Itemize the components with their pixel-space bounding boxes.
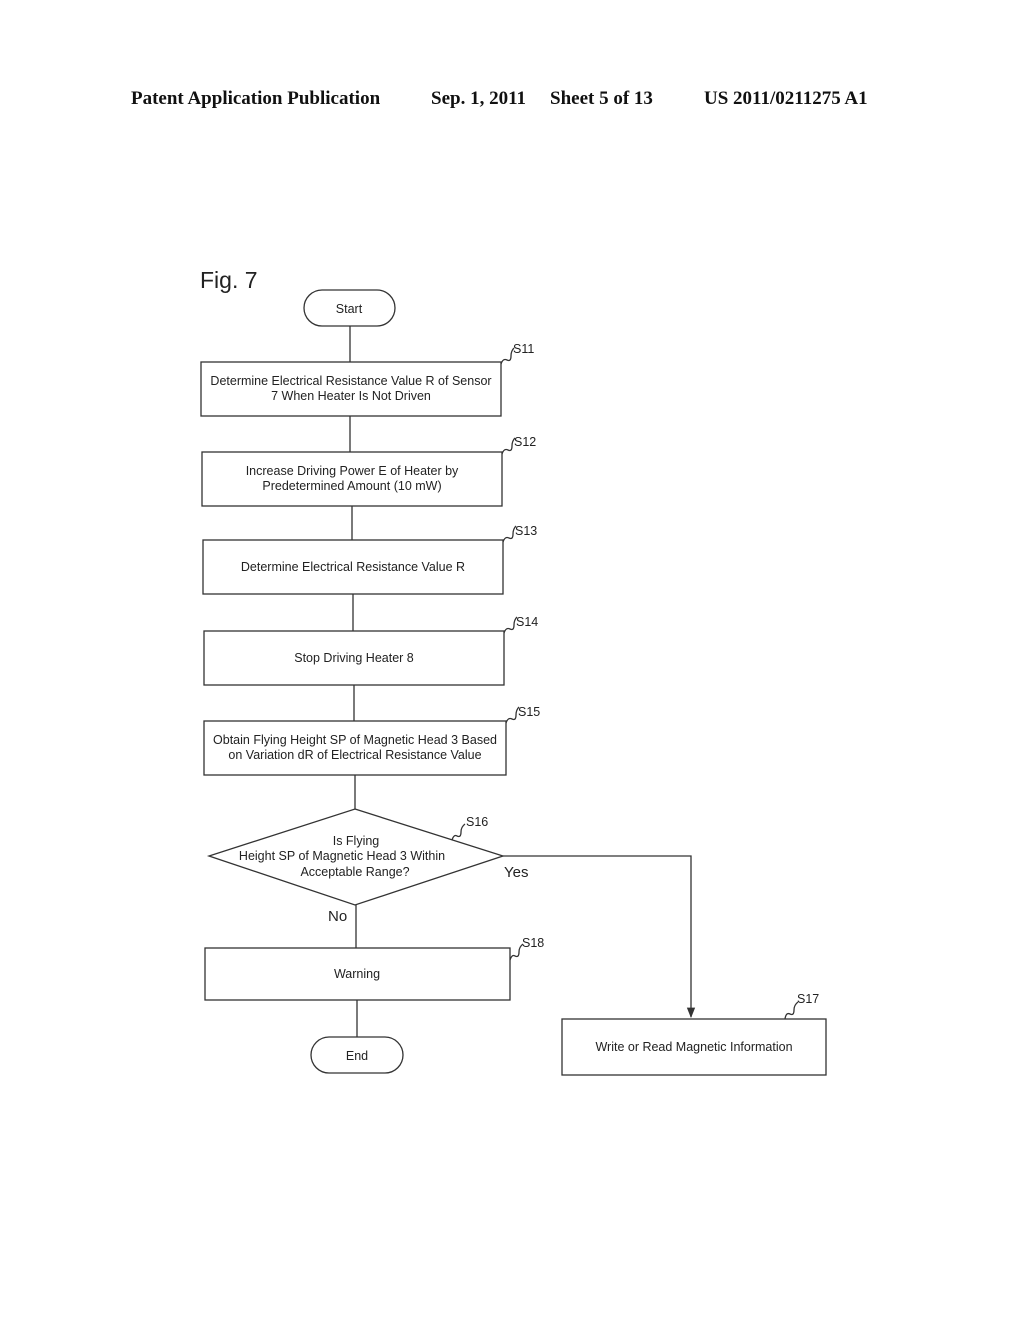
step-text: Determine Electrical Resistance Value R … (210, 374, 491, 388)
no-label: No (328, 908, 347, 925)
step-id: S13 (515, 524, 537, 538)
step-id: S17 (797, 992, 819, 1006)
step-text: Determine Electrical Resistance Value R (241, 560, 465, 574)
start-text: Start (336, 302, 363, 316)
leader-squiggle (451, 823, 466, 841)
step-s18: Warning S18 (204, 936, 544, 1001)
step-text: Write or Read Magnetic Information (595, 1040, 792, 1054)
decision-text: Acceptable Range? (300, 865, 409, 879)
decision-text: Height SP of Magnetic Head 3 Within (239, 849, 445, 863)
step-text: Warning (334, 967, 380, 981)
start-terminator: Start (303, 289, 396, 327)
step-id: S16 (466, 815, 488, 829)
step-id: S12 (514, 435, 536, 449)
step-id: S15 (518, 705, 540, 719)
step-text: 7 When Heater Is Not Driven (271, 389, 431, 403)
step-s13: Determine Electrical Resistance Value R … (202, 524, 537, 595)
decision-text: Is Flying (333, 834, 380, 848)
step-text: on Variation dR of Electrical Resistance… (228, 748, 481, 762)
step-text: Predetermined Amount (10 mW) (262, 479, 441, 493)
step-id: S11 (513, 342, 534, 356)
step-text: Increase Driving Power E of Heater by (246, 464, 459, 478)
decision-s16: Is Flying Height SP of Magnetic Head 3 W… (206, 808, 528, 925)
end-terminator: End (310, 1036, 404, 1074)
end-text: End (346, 1049, 368, 1063)
flowchart: Start Determine Electrical Resistance Va… (200, 289, 827, 1076)
step-id: S14 (516, 615, 538, 629)
step-text: Stop Driving Heater 8 (294, 651, 414, 665)
step-s12: Increase Driving Power E of Heater by Pr… (201, 435, 536, 507)
step-s14: Stop Driving Heater 8 S14 (203, 615, 538, 686)
step-s17: Write or Read Magnetic Information S17 (561, 992, 827, 1076)
step-text: Obtain Flying Height SP of Magnetic Head… (213, 733, 497, 747)
step-id: S18 (522, 936, 544, 950)
step-s15: Obtain Flying Height SP of Magnetic Head… (203, 705, 540, 776)
yes-label: Yes (504, 864, 528, 881)
step-s11: Determine Electrical Resistance Value R … (200, 342, 534, 417)
